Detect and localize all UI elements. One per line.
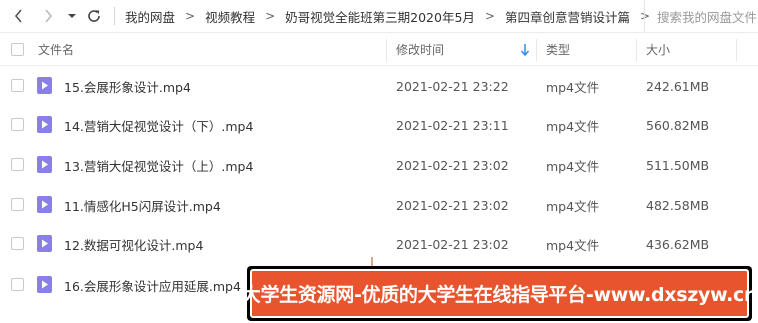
row-checkbox[interactable] (11, 198, 24, 211)
row-checkbox[interactable] (11, 278, 24, 291)
file-name[interactable]: 13.营销大促视觉设计（上）.mp4 (64, 145, 253, 185)
file-size: 482.58MB (646, 197, 710, 213)
file-size: 242.61MB (646, 78, 710, 94)
breadcrumb-item-my-drive[interactable]: 我的网盘 (125, 7, 175, 26)
file-name[interactable]: 16.会展形象设计应用延展.mp4 (64, 265, 241, 305)
video-file-icon (37, 235, 52, 252)
chevron-right-icon[interactable] (38, 6, 58, 26)
refresh-icon[interactable] (84, 6, 104, 26)
file-row[interactable]: 15.会展形象设计.mp4 2021-02-21 23:22 mp4文件 242… (0, 66, 758, 106)
sort-descending-icon[interactable] (520, 43, 530, 57)
file-name[interactable]: 14.营销大促视觉设计（下）.mp4 (64, 105, 253, 145)
row-checkbox[interactable] (11, 158, 24, 171)
breadcrumb-separator-icon: > (484, 9, 495, 23)
row-checkbox[interactable] (11, 118, 24, 131)
breadcrumb-item-video-tutorials[interactable]: 视频教程 (205, 7, 255, 26)
file-modified: 2021-02-21 23:02 (396, 197, 509, 213)
watermark-text: 大学生资源网-优质的大学生在线指导平台-www.dxszyw.cn (241, 284, 758, 306)
column-divider (736, 39, 737, 61)
file-modified: 2021-02-21 23:02 (396, 236, 509, 252)
breadcrumb-separator-icon: > (185, 9, 196, 23)
breadcrumb-item-course[interactable]: 奶哥视觉全能班第三期2020年5月 (285, 7, 475, 26)
triangle-down-icon[interactable] (62, 6, 82, 26)
breadcrumb-item-chapter[interactable]: 第四章创意营销设计篇 (505, 7, 630, 26)
column-header-size[interactable]: 大小 (646, 33, 670, 66)
file-modified: 2021-02-21 23:22 (396, 78, 509, 94)
file-type: mp4文件 (546, 237, 600, 253)
file-type: mp4文件 (546, 158, 600, 174)
select-all-checkbox[interactable] (11, 33, 24, 66)
column-divider (536, 39, 537, 61)
file-type: mp4文件 (546, 79, 600, 95)
file-name[interactable]: 11.情感化H5闪屏设计.mp4 (64, 185, 221, 225)
file-row[interactable]: 11.情感化H5闪屏设计.mp4 2021-02-21 23:02 mp4文件 … (0, 185, 758, 225)
file-row[interactable]: 14.营销大促视觉设计（下）.mp4 2021-02-21 23:11 mp4文… (0, 105, 758, 145)
chevron-left-icon[interactable] (9, 6, 29, 26)
video-file-icon (37, 156, 52, 173)
column-header-type[interactable]: 类型 (546, 33, 570, 66)
column-divider (636, 39, 637, 61)
file-row[interactable]: 12.数据可视化设计.mp4 2021-02-21 23:02 mp4文件 43… (0, 224, 758, 264)
breadcrumb-divider (114, 7, 115, 25)
file-modified: 2021-02-21 23:02 (396, 157, 509, 173)
video-file-icon (37, 116, 52, 133)
navigation-bar: 我的网盘 > 视频教程 > 奶哥视觉全能班第三期2020年5月 > 第四章创意营… (0, 0, 758, 32)
file-modified: 2021-02-21 23:11 (396, 117, 509, 133)
video-file-icon (37, 77, 52, 94)
watermark-banner-inner: 大学生资源网-优质的大学生在线指导平台-www.dxszyw.cn (242, 269, 758, 318)
file-type: mp4文件 (546, 198, 600, 214)
breadcrumb: 我的网盘 > 视频教程 > 奶哥视觉全能班第三期2020年5月 > 第四章创意营… (114, 0, 660, 32)
cursor-icon (369, 254, 375, 269)
file-list-header: 文件名 修改时间 类型 大小 (0, 32, 758, 66)
file-type: mp4文件 (546, 118, 600, 134)
video-file-icon (37, 276, 52, 293)
column-divider (386, 39, 387, 61)
breadcrumb-separator-icon: > (265, 9, 276, 23)
file-size: 436.62MB (646, 236, 710, 252)
column-header-modified[interactable]: 修改时间 (396, 33, 444, 66)
file-size: 560.82MB (646, 117, 710, 133)
file-name[interactable]: 12.数据可视化设计.mp4 (64, 224, 203, 264)
column-header-name[interactable]: 文件名 (38, 33, 74, 66)
search-placeholder: 搜索我的网盘文件 (657, 9, 758, 25)
watermark-banner: 大学生资源网-优质的大学生在线指导平台-www.dxszyw.cn (242, 266, 758, 321)
row-checkbox[interactable] (11, 237, 24, 250)
row-checkbox[interactable] (11, 79, 24, 92)
video-file-icon (37, 196, 52, 213)
file-row[interactable]: 13.营销大促视觉设计（上）.mp4 2021-02-21 23:02 mp4文… (0, 145, 758, 185)
file-name[interactable]: 15.会展形象设计.mp4 (64, 66, 191, 106)
search-input[interactable]: 搜索我的网盘文件 (644, 0, 758, 32)
file-size: 511.50MB (646, 157, 710, 173)
